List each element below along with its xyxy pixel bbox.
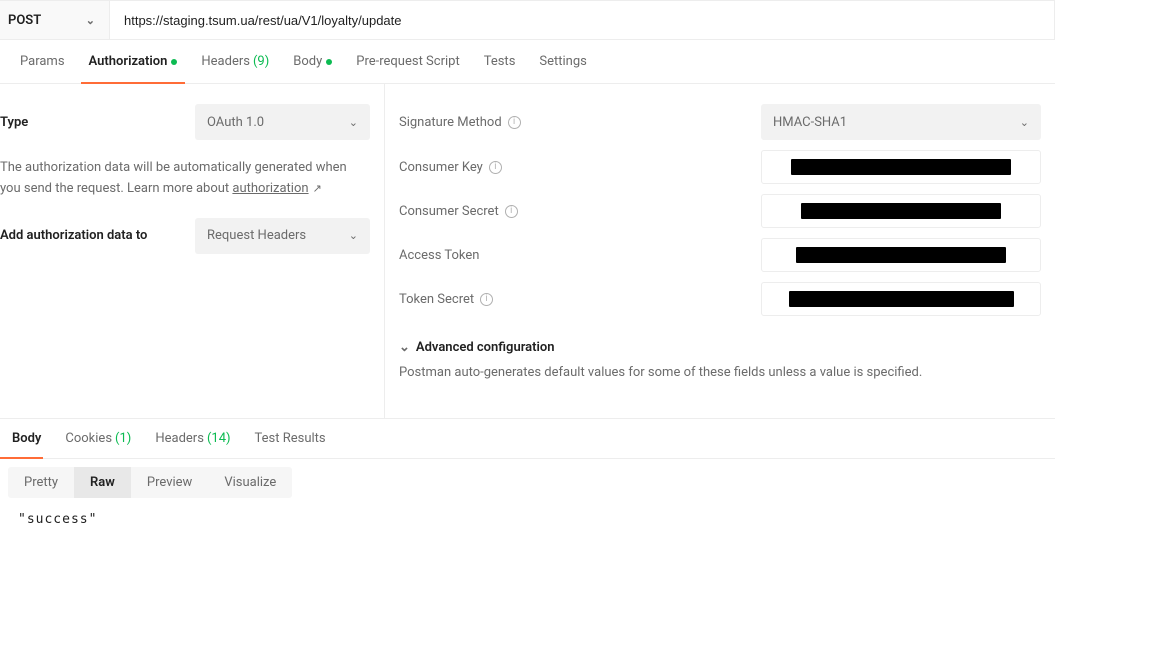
signature-method-label: Signature Methodi (399, 115, 521, 130)
auth-type-label: Type (0, 115, 28, 130)
auth-type-value: OAuth 1.0 (207, 115, 264, 130)
chevron-down-icon: ⌄ (86, 14, 95, 27)
redacted-value (791, 159, 1011, 175)
advanced-configuration-toggle[interactable]: ⌄ Advanced configuration (399, 340, 1041, 355)
view-tab-visualize[interactable]: Visualize (208, 467, 292, 498)
consumer-key-input[interactable] (761, 150, 1041, 184)
http-method-value: POST (8, 13, 41, 28)
http-method-select[interactable]: POST ⌄ (0, 1, 110, 39)
tab-settings[interactable]: Settings (527, 40, 598, 83)
tab-headers[interactable]: Headers(9) (189, 40, 281, 83)
chevron-down-icon: ⌄ (399, 340, 410, 355)
external-link-icon: ↗ (313, 182, 322, 195)
tab-body[interactable]: Body (281, 40, 344, 83)
redacted-value (789, 291, 1014, 307)
info-icon[interactable]: i (480, 293, 493, 306)
tab-authorization[interactable]: Authorization (77, 40, 190, 83)
add-auth-to-select[interactable]: Request Headers ⌄ (195, 218, 370, 254)
signature-method-value: HMAC-SHA1 (773, 115, 847, 130)
tab-tests[interactable]: Tests (472, 40, 528, 83)
request-tabs: Params Authorization Headers(9) Body Pre… (0, 40, 1055, 84)
response-tab-cookies[interactable]: Cookies(1) (53, 419, 143, 458)
redacted-value (796, 247, 1006, 263)
view-tab-raw[interactable]: Raw (74, 467, 131, 498)
chevron-down-icon: ⌄ (1020, 116, 1029, 129)
request-url-input[interactable] (110, 1, 1054, 39)
authorization-docs-link[interactable]: authorization (232, 181, 308, 196)
token-secret-input[interactable] (761, 282, 1041, 316)
advanced-configuration-note: Postman auto-generates default values fo… (399, 365, 1041, 380)
chevron-down-icon: ⌄ (349, 116, 358, 129)
response-tabs: Body Cookies(1) Headers(14) Test Results (0, 419, 1055, 459)
response-body-text[interactable]: "success" (0, 498, 1055, 541)
consumer-secret-input[interactable] (761, 194, 1041, 228)
consumer-secret-label: Consumer Secreti (399, 204, 518, 219)
chevron-down-icon: ⌄ (349, 229, 358, 242)
access-token-label: Access Token (399, 248, 479, 263)
info-icon[interactable]: i (508, 116, 521, 129)
modified-dot-icon (171, 59, 177, 65)
redacted-value (801, 203, 1001, 219)
tab-pre-request[interactable]: Pre-request Script (344, 40, 471, 83)
response-tab-tests[interactable]: Test Results (243, 419, 338, 458)
modified-dot-icon (326, 59, 332, 65)
add-auth-to-label: Add authorization data to (0, 228, 147, 243)
auth-type-select[interactable]: OAuth 1.0 ⌄ (195, 104, 370, 140)
view-tab-preview[interactable]: Preview (131, 467, 208, 498)
info-icon[interactable]: i (505, 205, 518, 218)
response-tab-headers[interactable]: Headers(14) (143, 419, 242, 458)
add-auth-to-value: Request Headers (207, 228, 306, 243)
signature-method-select[interactable]: HMAC-SHA1 ⌄ (761, 104, 1041, 140)
info-icon[interactable]: i (489, 161, 502, 174)
auth-help-text: The authorization data will be automatic… (0, 158, 370, 200)
consumer-key-label: Consumer Keyi (399, 160, 502, 175)
body-view-tabs: Pretty Raw Preview Visualize (8, 467, 292, 498)
url-bar: POST ⌄ (0, 0, 1055, 40)
tab-params[interactable]: Params (8, 40, 77, 83)
view-tab-pretty[interactable]: Pretty (8, 467, 74, 498)
token-secret-label: Token Secreti (399, 292, 493, 307)
access-token-input[interactable] (761, 238, 1041, 272)
response-tab-body[interactable]: Body (0, 419, 53, 458)
